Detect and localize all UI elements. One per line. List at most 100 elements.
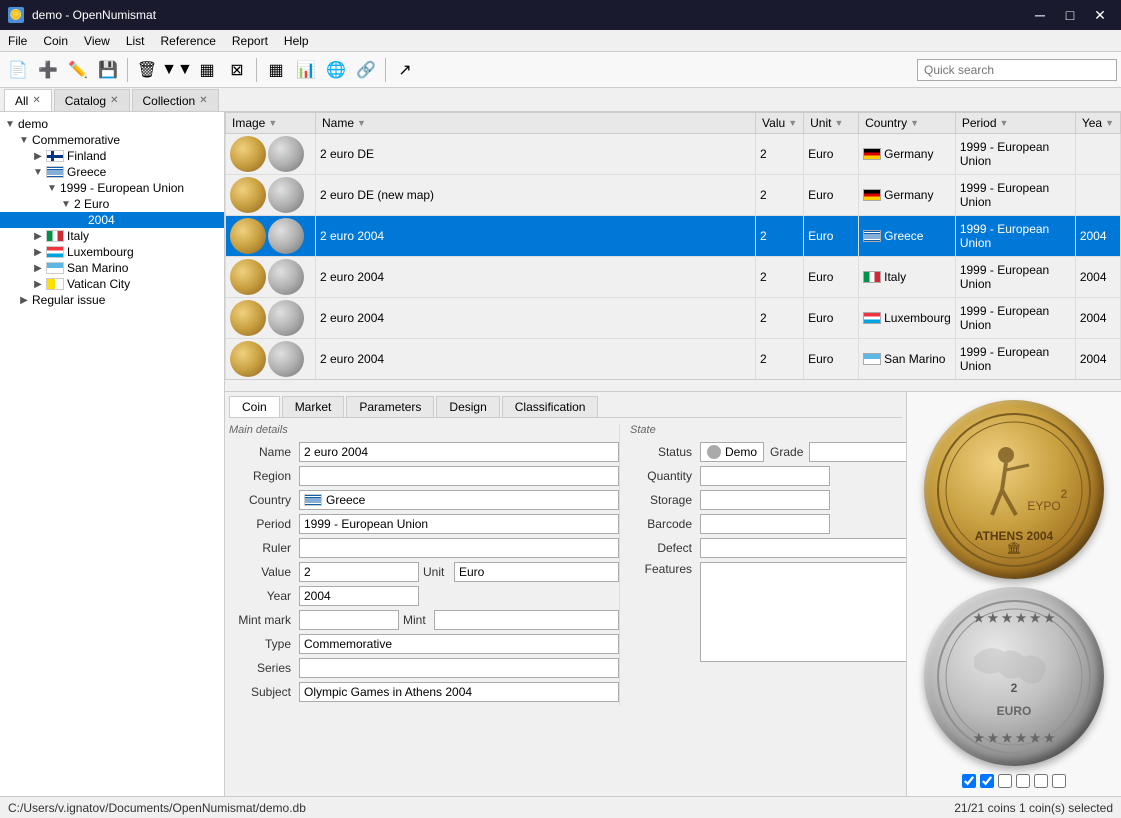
tree-vaticancity[interactable]: ▶ Vatican City	[0, 276, 224, 292]
svg-text:★ ★ ★ ★ ★ ★: ★ ★ ★ ★ ★ ★	[973, 611, 1054, 625]
tab-collection-close[interactable]: ✕	[199, 95, 207, 106]
table-row[interactable]: 2 euro 20042Euro Luxembourg 1999 - Europ…	[226, 298, 1121, 339]
menu-report[interactable]: Report	[224, 30, 276, 51]
country-flag-icon	[863, 148, 881, 160]
tree-1999eu[interactable]: ▼ 1999 - European Union	[0, 180, 224, 196]
type-input[interactable]	[299, 634, 619, 654]
search-input[interactable]	[917, 59, 1117, 81]
menu-view[interactable]: View	[76, 30, 118, 51]
misc-button[interactable]: ↗	[391, 56, 419, 84]
mint-mark-input[interactable]	[299, 610, 399, 630]
title-bar: 🪙 demo - OpenNumismat ─ □ ✕	[0, 0, 1121, 30]
tab-collection[interactable]: Collection ✕	[132, 89, 219, 111]
globe-button[interactable]: 🌐	[322, 56, 350, 84]
detail-tab-design[interactable]: Design	[436, 396, 499, 417]
tree-finland[interactable]: ▶ Finland	[0, 148, 224, 164]
menu-list[interactable]: List	[118, 30, 153, 51]
table-row[interactable]: 2 euro 20042Euro San Marino 1999 - Europ…	[226, 339, 1121, 380]
name-label: Name	[229, 445, 299, 459]
table-scrollbar[interactable]	[225, 379, 1121, 391]
table-row[interactable]: 2 euro 20042Euro Italy 1999 - European U…	[226, 257, 1121, 298]
storage-label: Storage	[630, 493, 700, 507]
main-details-title: Main details	[229, 424, 619, 436]
detail-tab-classification[interactable]: Classification	[502, 396, 599, 417]
detail-tab-coin[interactable]: Coin	[229, 396, 280, 417]
coin-table-wrapper[interactable]: Image▼ Name▼ Valu▼ Unit▼	[225, 112, 1121, 379]
col-year[interactable]: Yea▼	[1075, 113, 1120, 134]
delete-button[interactable]: 🗑	[133, 56, 161, 84]
tree-italy[interactable]: ▶ Italy	[0, 228, 224, 244]
export-button[interactable]: ⊠	[223, 56, 251, 84]
col-unit[interactable]: Unit▼	[804, 113, 859, 134]
tab-all[interactable]: All ✕	[4, 89, 52, 111]
coin-table: Image▼ Name▼ Valu▼ Unit▼	[225, 112, 1121, 379]
chart-button[interactable]: 📊	[292, 56, 320, 84]
table-row[interactable]: 2 euro DE (new map)2Euro Germany 1999 - …	[226, 175, 1121, 216]
save-button[interactable]: 💾	[94, 56, 122, 84]
year-input[interactable]	[299, 586, 419, 606]
period-input[interactable]	[299, 514, 619, 534]
menu-help[interactable]: Help	[276, 30, 317, 51]
coin-value: 2	[756, 339, 804, 380]
svg-text:2: 2	[1061, 487, 1068, 501]
maximize-button[interactable]: □	[1057, 5, 1083, 25]
detail-tab-market[interactable]: Market	[282, 396, 345, 417]
region-input[interactable]	[299, 466, 619, 486]
checkbox6[interactable]	[1052, 774, 1066, 788]
tree-2004[interactable]: 2004	[0, 212, 224, 228]
col-value[interactable]: Valu▼	[756, 113, 804, 134]
checkbox3[interactable]	[998, 774, 1012, 788]
value-input[interactable]	[299, 562, 419, 582]
mint-input[interactable]	[434, 610, 619, 630]
features-textarea[interactable]	[700, 562, 906, 662]
col-period[interactable]: Period▼	[955, 113, 1075, 134]
defect-input[interactable]	[700, 538, 906, 558]
table-row[interactable]: 2 euro 20042Euro Greece 1999 - European …	[226, 216, 1121, 257]
link-button[interactable]: 🔗	[352, 56, 380, 84]
tree-luxembourg[interactable]: ▶ Luxembourg	[0, 244, 224, 260]
checkbox2[interactable]	[980, 774, 994, 788]
tree-regularissue[interactable]: ▶ Regular issue	[0, 292, 224, 308]
tree-2euro[interactable]: ▼ 2 Euro	[0, 196, 224, 212]
app-icon: 🪙	[8, 7, 24, 23]
menu-file[interactable]: File	[0, 30, 35, 51]
col-name[interactable]: Name▼	[316, 113, 756, 134]
group-button[interactable]: ▦	[193, 56, 221, 84]
detail-tab-parameters[interactable]: Parameters	[346, 396, 434, 417]
name-input[interactable]	[299, 442, 619, 462]
checkbox5[interactable]	[1034, 774, 1048, 788]
edit-button[interactable]: ✏️	[64, 56, 92, 84]
tab-catalog[interactable]: Catalog ✕	[54, 89, 130, 111]
col-image[interactable]: Image▼	[226, 113, 316, 134]
status-bar: C:/Users/v.ignatov/Documents/OpenNumisma…	[0, 796, 1121, 818]
add-button[interactable]: ➕	[34, 56, 62, 84]
menu-reference[interactable]: Reference	[153, 30, 224, 51]
quantity-input[interactable]	[700, 466, 830, 486]
series-input[interactable]	[299, 658, 619, 678]
unit-input[interactable]	[454, 562, 619, 582]
grade-input[interactable]	[809, 442, 906, 462]
close-button[interactable]: ✕	[1087, 5, 1113, 25]
storage-input[interactable]	[700, 490, 830, 510]
checkbox1[interactable]	[962, 774, 976, 788]
filter-button[interactable]: ▼▼	[163, 56, 191, 84]
barcode-input[interactable]	[700, 514, 830, 534]
menu-coin[interactable]: Coin	[35, 30, 76, 51]
tree-greece[interactable]: ▼ Greece	[0, 164, 224, 180]
detail-col-right: State Status Demo Grade Quantity	[619, 424, 906, 706]
col-country[interactable]: Country▼	[859, 113, 956, 134]
coin-period: 1999 - European Union	[955, 257, 1075, 298]
table-row[interactable]: 2 euro DE2Euro Germany 1999 - European U…	[226, 134, 1121, 175]
tree-commemorative[interactable]: ▼ Commemorative	[0, 132, 224, 148]
tab-all-close[interactable]: ✕	[32, 95, 40, 106]
minimize-button[interactable]: ─	[1027, 5, 1053, 25]
tab-catalog-close[interactable]: ✕	[110, 95, 118, 106]
coin-year	[1075, 175, 1120, 216]
ruler-input[interactable]	[299, 538, 619, 558]
new-button[interactable]: 📄	[4, 56, 32, 84]
checkbox4[interactable]	[1016, 774, 1030, 788]
grid-button[interactable]: ▦	[262, 56, 290, 84]
subject-input[interactable]	[299, 682, 619, 702]
tree-root[interactable]: ▼ demo	[0, 116, 224, 132]
tree-sanmarino[interactable]: ▶ San Marino	[0, 260, 224, 276]
